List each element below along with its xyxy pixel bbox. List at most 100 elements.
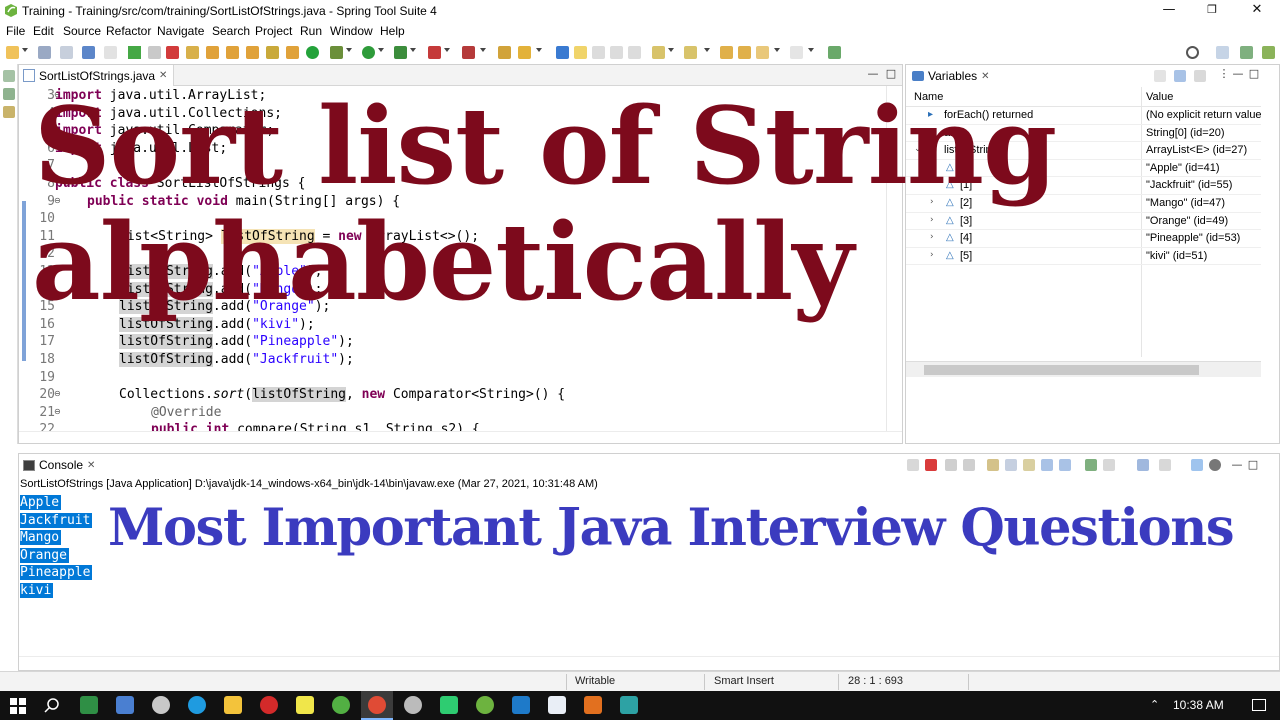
screen-recorder-icon[interactable] bbox=[512, 696, 530, 714]
scrollbar-thumb[interactable] bbox=[924, 365, 1199, 375]
show-on-error-icon[interactable] bbox=[1059, 459, 1071, 471]
minimize-view-icon[interactable]: — bbox=[1232, 68, 1244, 80]
menu-search[interactable]: Search bbox=[212, 24, 250, 38]
value-column-header[interactable]: Value bbox=[1146, 91, 1173, 103]
menu-run[interactable]: Run bbox=[300, 24, 322, 38]
console-output[interactable]: Apple Jackfruit Mango Orange Pineapple k… bbox=[20, 494, 93, 599]
back-history-icon[interactable] bbox=[756, 46, 769, 59]
run-icon[interactable] bbox=[362, 46, 375, 59]
new-console-icon[interactable] bbox=[1159, 459, 1171, 471]
spring-tool-suite-icon[interactable] bbox=[476, 696, 494, 714]
minimize-view-icon[interactable]: — bbox=[1231, 459, 1243, 471]
open-perspective-icon[interactable] bbox=[1216, 46, 1229, 59]
menu-source[interactable]: Source bbox=[63, 24, 101, 38]
debug-icon[interactable] bbox=[330, 46, 343, 59]
menu-file[interactable]: File bbox=[6, 24, 25, 38]
variables-vertical-scrollbar[interactable] bbox=[1261, 87, 1279, 443]
collapse-all-icon[interactable] bbox=[1194, 70, 1206, 82]
menu-window[interactable]: Window bbox=[330, 24, 373, 38]
java-perspective-icon[interactable] bbox=[1240, 46, 1253, 59]
show-type-names-icon[interactable] bbox=[1154, 70, 1166, 82]
view-menu-icon[interactable]: ⋮ bbox=[1218, 68, 1230, 80]
console-horizontal-scrollbar[interactable] bbox=[19, 656, 1279, 670]
messaging-icon[interactable] bbox=[440, 696, 458, 714]
open-type-icon[interactable] bbox=[556, 46, 569, 59]
disconnect-icon[interactable] bbox=[186, 46, 199, 59]
terminal-icon[interactable] bbox=[104, 46, 117, 59]
step-over-icon[interactable] bbox=[226, 46, 239, 59]
settings-gear-icon[interactable] bbox=[1209, 459, 1221, 471]
terminate-icon[interactable] bbox=[166, 46, 179, 59]
step-return-icon[interactable] bbox=[246, 46, 259, 59]
block-selection-icon[interactable] bbox=[592, 46, 605, 59]
maximize-button[interactable]: ❐ bbox=[1203, 2, 1221, 20]
notifications-icon[interactable] bbox=[1252, 699, 1266, 711]
step-into-icon[interactable] bbox=[206, 46, 219, 59]
windows-start-icon[interactable] bbox=[10, 698, 26, 714]
menu-refactor[interactable]: Refactor bbox=[106, 24, 151, 38]
back-dropdown-icon[interactable] bbox=[774, 48, 780, 52]
close-tab-icon[interactable]: ✕ bbox=[87, 460, 95, 471]
remove-all-launches-icon[interactable] bbox=[963, 459, 975, 471]
menu-navigate[interactable]: Navigate bbox=[157, 24, 204, 38]
settings-gear-icon[interactable] bbox=[404, 696, 422, 714]
menu-help[interactable]: Help bbox=[380, 24, 405, 38]
remove-launch-icon[interactable] bbox=[945, 459, 957, 471]
resume-icon[interactable] bbox=[128, 46, 141, 59]
coverage-icon[interactable] bbox=[394, 46, 407, 59]
show-logical-structure-icon[interactable] bbox=[1174, 70, 1186, 82]
next-annotation-dropdown-icon[interactable] bbox=[668, 48, 674, 52]
system-clock[interactable]: 10:38 AM bbox=[1173, 698, 1224, 712]
close-button[interactable]: ✕ bbox=[1248, 2, 1266, 20]
media-icon[interactable] bbox=[584, 696, 602, 714]
menu-project[interactable]: Project bbox=[255, 24, 292, 38]
back-icon[interactable] bbox=[738, 46, 751, 59]
control-panel-icon[interactable] bbox=[116, 696, 134, 714]
minimize-view-icon[interactable]: — bbox=[867, 68, 879, 80]
maximize-view-icon[interactable]: □ bbox=[885, 68, 897, 80]
toggle-highlight-icon[interactable] bbox=[574, 46, 587, 59]
pin-console-icon[interactable] bbox=[1085, 459, 1097, 471]
forward-icon[interactable] bbox=[790, 46, 803, 59]
opera-icon[interactable] bbox=[260, 696, 278, 714]
new-java-project-icon[interactable] bbox=[498, 46, 511, 59]
scroll-lock-icon[interactable] bbox=[1005, 459, 1017, 471]
pin-editor-icon[interactable] bbox=[828, 46, 841, 59]
search-icon[interactable] bbox=[1186, 46, 1199, 59]
external-tools-dropdown-icon[interactable] bbox=[480, 48, 486, 52]
terminate-icon[interactable] bbox=[925, 459, 937, 471]
variables-horizontal-scrollbar[interactable] bbox=[906, 361, 1261, 377]
app-icon[interactable] bbox=[152, 696, 170, 714]
maximize-view-icon[interactable]: □ bbox=[1247, 459, 1259, 471]
word-wrap-icon[interactable] bbox=[610, 46, 623, 59]
package-explorer-icon[interactable] bbox=[3, 106, 15, 118]
minimize-button[interactable]: — bbox=[1160, 2, 1178, 20]
debug-view-icon[interactable] bbox=[3, 88, 15, 100]
edge-icon[interactable] bbox=[188, 696, 206, 714]
forward-dropdown-icon[interactable] bbox=[808, 48, 814, 52]
save-all-icon[interactable] bbox=[60, 46, 73, 59]
previous-annotation-icon[interactable] bbox=[684, 46, 697, 59]
new-class-dropdown-icon[interactable] bbox=[536, 48, 542, 52]
spring-icon[interactable] bbox=[332, 696, 350, 714]
show-whitespace-icon[interactable] bbox=[628, 46, 641, 59]
coverage-dropdown-icon[interactable] bbox=[410, 48, 416, 52]
last-edit-location-icon[interactable] bbox=[720, 46, 733, 59]
new-package-icon[interactable] bbox=[518, 46, 531, 59]
show-on-output-icon[interactable] bbox=[1041, 459, 1053, 471]
close-tab-icon[interactable]: ✕ bbox=[981, 71, 989, 82]
chevron-up-icon[interactable]: ⌃ bbox=[1150, 698, 1159, 711]
external-tools-icon[interactable] bbox=[462, 46, 475, 59]
spring-boot-icon[interactable] bbox=[306, 46, 319, 59]
menu-edit[interactable]: Edit bbox=[33, 24, 54, 38]
next-annotation-icon[interactable] bbox=[652, 46, 665, 59]
suspend-icon[interactable] bbox=[148, 46, 161, 59]
drop-to-frame-icon[interactable] bbox=[266, 46, 279, 59]
terminate-all-icon[interactable] bbox=[907, 459, 919, 471]
stop-icon[interactable] bbox=[428, 46, 441, 59]
save-icon[interactable] bbox=[38, 46, 51, 59]
use-step-filters-icon[interactable] bbox=[286, 46, 299, 59]
new-icon[interactable] bbox=[6, 46, 19, 59]
chrome-icon[interactable] bbox=[368, 696, 386, 714]
clear-console-icon[interactable] bbox=[987, 459, 999, 471]
